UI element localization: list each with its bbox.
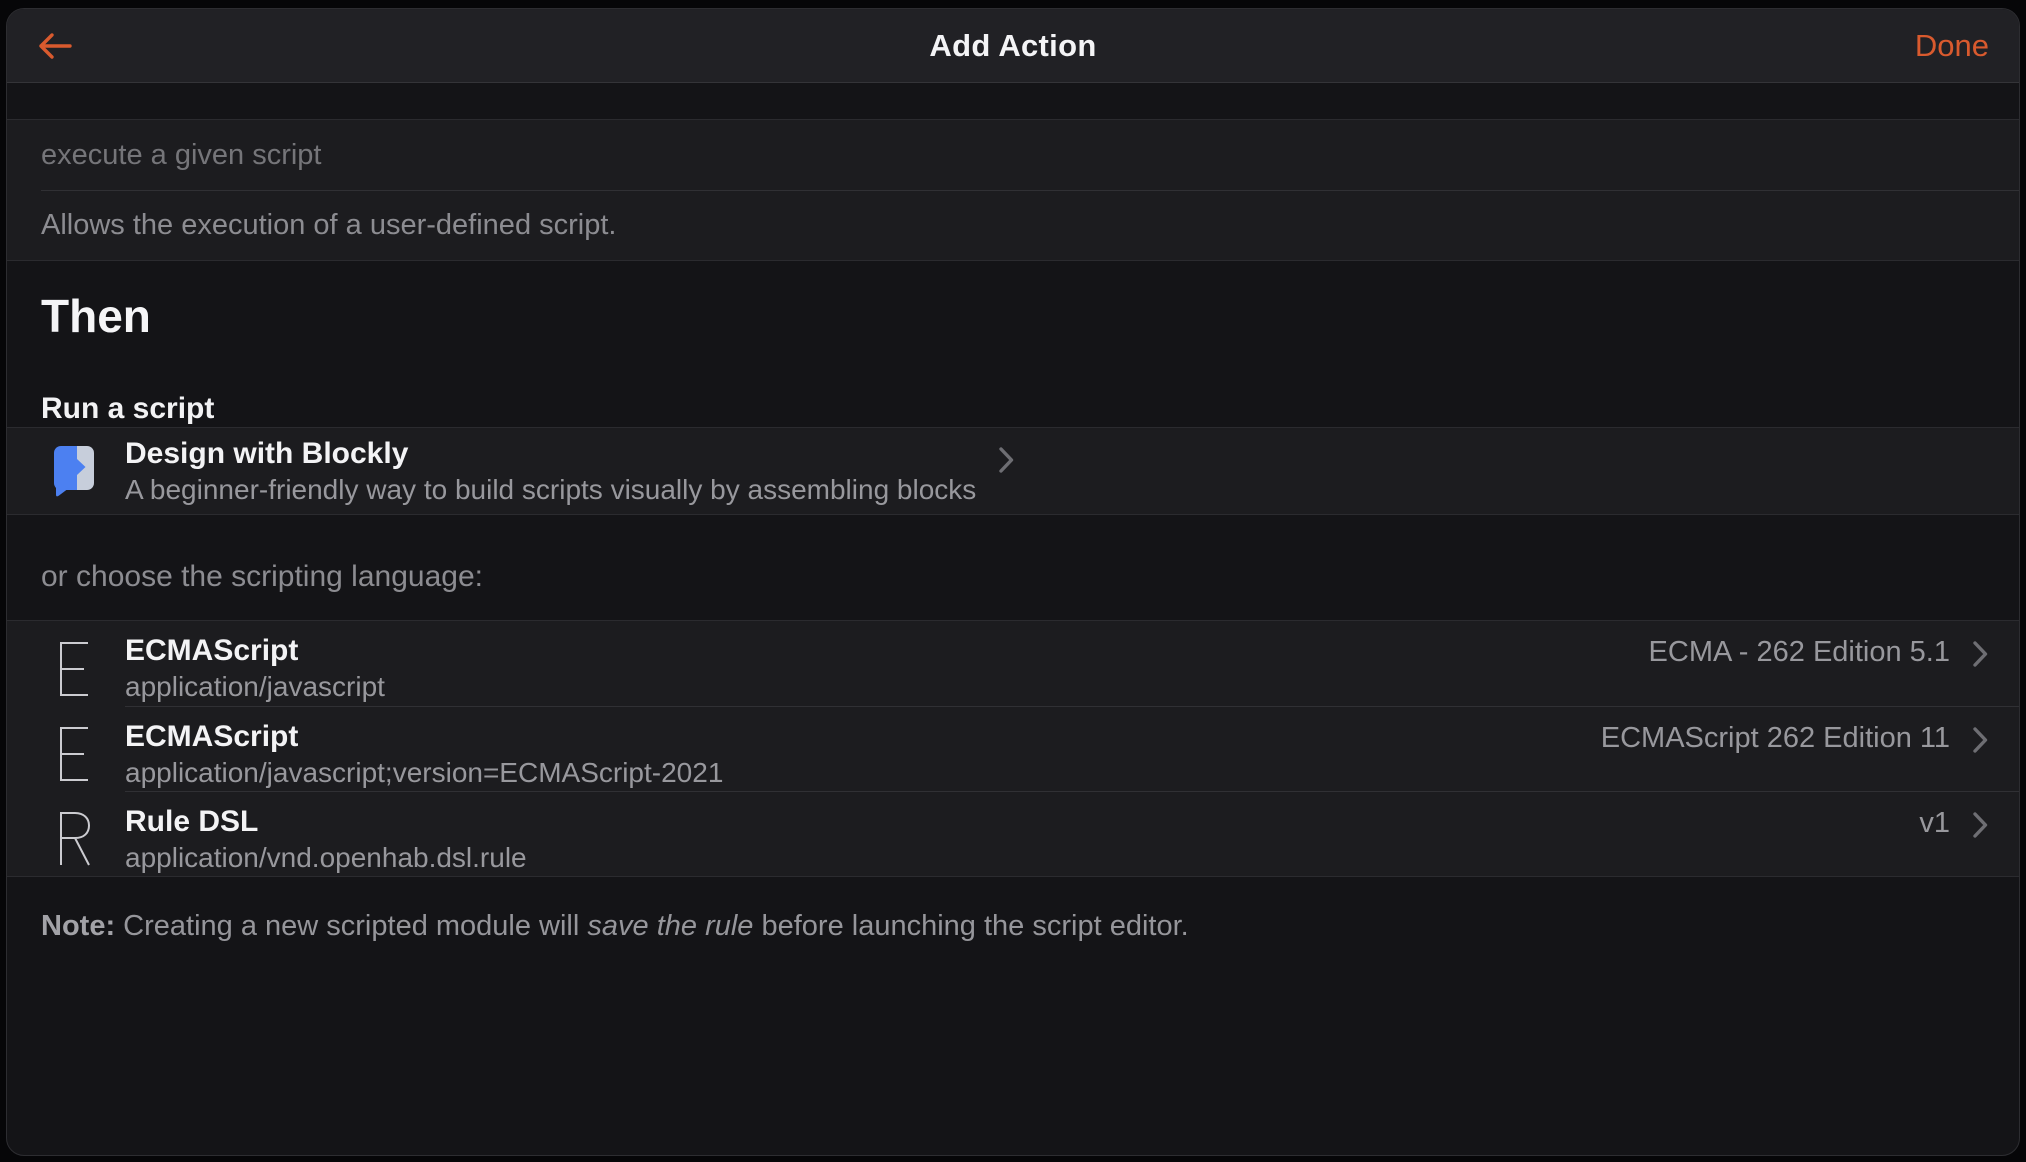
language-version: v1 (1919, 807, 1950, 839)
language-title: ECMAScript (125, 720, 299, 753)
list-item-ecmascript-2021[interactable]: ECMAScript application/javascript;versio… (7, 706, 2019, 791)
module-description: Allows the execution of a user-defined s… (41, 209, 617, 241)
choose-language-label: or choose the scripting language: (41, 560, 483, 593)
module-name-row[interactable] (7, 120, 2019, 190)
language-mime: application/javascript (125, 671, 385, 702)
blockly-logo-icon (52, 444, 96, 498)
chevron-right-icon (1972, 726, 1989, 754)
blockly-section: Design with Blockly A beginner-friendly … (7, 427, 2019, 515)
language-version: ECMAScript 262 Edition 11 (1600, 722, 1950, 754)
module-name-input[interactable] (41, 138, 1985, 172)
run-a-script-heading: Run a script (41, 392, 215, 425)
chevron-right-icon (1972, 640, 1989, 668)
ecmascript-letter-icon (57, 726, 125, 782)
language-title: Rule DSL (125, 805, 259, 838)
module-description-row: Allows the execution of a user-defined s… (41, 190, 2019, 260)
navbar: Add Action Done (7, 9, 2019, 83)
chevron-right-icon (1972, 811, 1989, 839)
module-config-section: Allows the execution of a user-defined s… (7, 119, 2019, 261)
language-title: ECMAScript (125, 634, 299, 667)
page-title: Add Action (929, 27, 1097, 63)
then-heading: Then (41, 290, 151, 342)
language-list: ECMAScript application/javascript ECMA -… (7, 620, 2019, 877)
footer-note: Note: Creating a new scripted module wil… (41, 910, 1189, 942)
design-with-blockly-item[interactable]: Design with Blockly A beginner-friendly … (7, 428, 2019, 514)
blockly-title: Design with Blockly (125, 437, 409, 470)
add-action-modal: Add Action Done Allows the execution of … (6, 8, 2020, 1156)
back-arrow-icon (37, 32, 73, 60)
list-item-rule-dsl[interactable]: Rule DSL application/vnd.openhab.dsl.rul… (7, 791, 2019, 876)
chevron-right-icon (998, 446, 1015, 474)
list-item-ecmascript-5[interactable]: ECMAScript application/javascript ECMA -… (7, 621, 2019, 706)
note-label: Note: (41, 910, 116, 942)
language-mime: application/javascript;version=ECMAScrip… (125, 757, 724, 788)
rule-dsl-letter-icon (57, 811, 125, 867)
done-button[interactable]: Done (1915, 28, 1989, 64)
back-button[interactable] (37, 32, 73, 60)
language-version: ECMA - 262 Edition 5.1 (1648, 636, 1950, 668)
language-mime: application/vnd.openhab.dsl.rule (125, 842, 527, 873)
blockly-subtitle: A beginner-friendly way to build scripts… (125, 474, 977, 505)
ecmascript-letter-icon (57, 641, 125, 697)
